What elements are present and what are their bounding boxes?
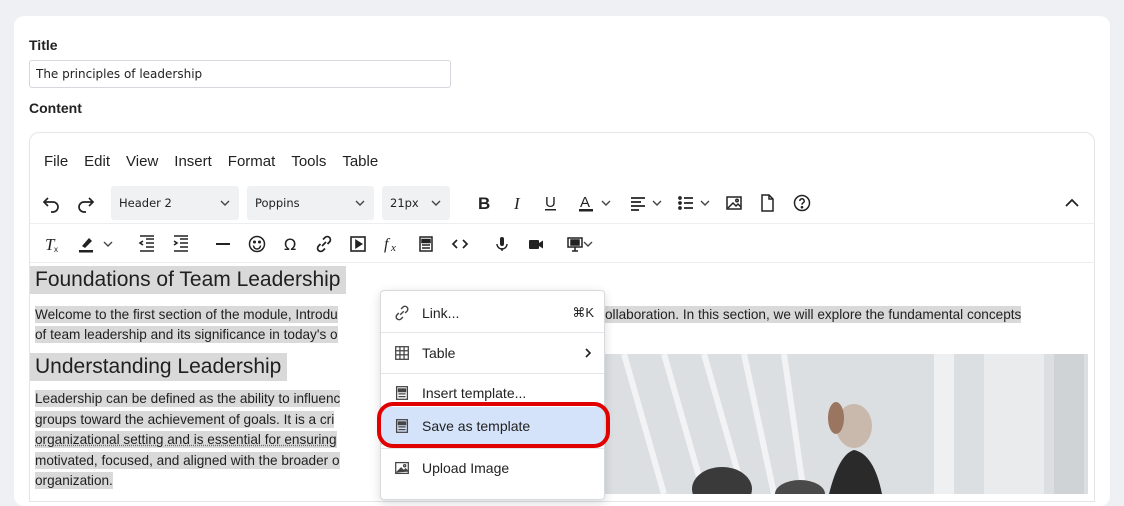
template-icon (395, 419, 409, 433)
menu-file[interactable]: File (44, 153, 68, 170)
svg-text:f: f (384, 236, 391, 253)
chevron-up-icon[interactable] (1059, 191, 1085, 215)
context-item-save-as-template[interactable]: Save as template (381, 407, 604, 445)
indent-icon[interactable] (168, 232, 194, 256)
template-icon[interactable] (413, 232, 439, 256)
context-item-link-shortcut: ⌘K (572, 305, 594, 320)
bullet-list-icon[interactable] (673, 191, 699, 215)
svg-text:I: I (513, 194, 521, 213)
video-icon[interactable] (523, 232, 549, 256)
font-size-select[interactable]: 21px (382, 186, 450, 220)
context-item-insert-template-label: Insert template... (422, 385, 527, 401)
link-icon[interactable] (311, 232, 337, 256)
block-format-select[interactable]: Header 2 (111, 186, 239, 220)
paragraph-2-line-4: motivated, focused, and aligned with the… (35, 451, 340, 469)
bold-icon[interactable]: B (471, 191, 497, 215)
toolbar-row-1: Header 2 Poppins 21px B I U A (30, 183, 1094, 223)
paragraph-2-line-1: Leadership can be defined as the ability… (35, 390, 341, 407)
context-item-save-as-template-label: Save as template (422, 418, 531, 434)
menu-table[interactable]: Table (342, 153, 378, 170)
template-icon (395, 386, 409, 400)
chevron-right-icon (585, 348, 592, 358)
image-icon (395, 461, 409, 475)
horizontal-rule-icon[interactable] (210, 232, 236, 256)
content-label: Content (29, 100, 82, 116)
heading-understanding[interactable]: Understanding Leadership (30, 353, 288, 381)
formula-icon[interactable]: fx (379, 232, 405, 256)
highlight-color-icon[interactable] (73, 232, 99, 256)
context-item-link-label: Link... (422, 305, 460, 321)
editor-menubar: File Edit View Insert Format Tools Table (44, 153, 394, 170)
toolbar-row-2: Tx Ω fx (30, 223, 1094, 263)
paragraph-2-line-3: organizational setting and is essential … (35, 431, 337, 448)
svg-text:B: B (478, 194, 490, 213)
paragraph-1-b[interactable]: of team leadership and its significance … (35, 325, 338, 346)
paragraph-2-line-2: groups toward the achievement of goals. … (35, 410, 335, 428)
block-format-value: Header 2 (119, 196, 172, 210)
paragraph-2-line-5: organization. (35, 472, 113, 489)
svg-text:x: x (54, 245, 58, 254)
paragraph-1-line-2: of team leadership and its significance … (35, 326, 338, 343)
emoji-icon[interactable] (244, 232, 270, 256)
chevron-down-icon[interactable] (580, 232, 596, 256)
paragraph-1-line-1: Welcome to the first section of the modu… (35, 306, 338, 323)
chevron-down-icon[interactable] (649, 191, 665, 215)
menu-view[interactable]: View (126, 153, 158, 170)
code-icon[interactable] (447, 232, 473, 256)
underline-icon[interactable]: U (538, 191, 564, 215)
svg-text:Ω: Ω (284, 235, 296, 254)
align-icon[interactable] (625, 191, 651, 215)
context-item-table-label: Table (422, 345, 456, 361)
svg-text:A: A (580, 194, 590, 211)
context-menu: Link... ⌘K Table Insert template... Save… (380, 290, 605, 500)
clear-formatting-icon[interactable]: Tx (39, 232, 65, 256)
chevron-down-icon (431, 200, 441, 206)
table-icon (395, 346, 409, 360)
font-family-select[interactable]: Poppins (247, 186, 374, 220)
microphone-icon[interactable] (489, 232, 515, 256)
context-item-upload-image[interactable]: Upload Image (381, 448, 604, 488)
context-item-insert-template[interactable]: Insert template... (381, 375, 604, 411)
font-family-value: Poppins (255, 196, 300, 210)
photo-illustration (604, 354, 1088, 494)
link-icon (395, 305, 409, 321)
context-separator (381, 373, 604, 374)
heading-foundations[interactable]: Foundations of Team Leadership (30, 266, 347, 294)
menu-tools[interactable]: Tools (291, 153, 326, 170)
document-icon[interactable] (754, 191, 780, 215)
font-size-value: 21px (390, 196, 419, 210)
chevron-down-icon (355, 200, 365, 206)
chevron-down-icon[interactable] (697, 191, 713, 215)
menu-edit[interactable]: Edit (84, 153, 110, 170)
paragraph-1-continued[interactable]: ollaboration. In this section, we will e… (605, 305, 1077, 326)
image-icon[interactable] (721, 191, 747, 215)
svg-text:U: U (545, 194, 556, 211)
context-item-upload-image-label: Upload Image (422, 460, 510, 476)
chevron-down-icon (220, 200, 230, 206)
undo-icon[interactable] (38, 191, 64, 215)
paragraph-1[interactable]: Welcome to the first section of the modu… (35, 305, 338, 326)
help-icon[interactable] (789, 191, 815, 215)
menu-insert[interactable]: Insert (174, 153, 212, 170)
svg-text:x: x (390, 242, 396, 254)
paragraph-2[interactable]: Leadership can be defined as the ability… (35, 389, 341, 492)
context-item-table[interactable]: Table (381, 333, 604, 373)
media-icon[interactable] (345, 232, 371, 256)
menu-format[interactable]: Format (228, 153, 276, 170)
chevron-down-icon[interactable] (598, 191, 614, 215)
chevron-down-icon[interactable] (100, 232, 116, 256)
outdent-icon[interactable] (134, 232, 160, 256)
context-item-link[interactable]: Link... ⌘K (381, 293, 604, 333)
title-label: Title (29, 37, 58, 53)
italic-icon[interactable]: I (505, 191, 531, 215)
redo-icon[interactable] (73, 191, 99, 215)
text-color-icon[interactable]: A (573, 191, 599, 215)
title-input[interactable] (29, 60, 451, 88)
special-character-icon[interactable]: Ω (278, 232, 304, 256)
paragraph-1-line-1-end: ollaboration. In this section, we will e… (605, 306, 1022, 323)
team-meeting-photo[interactable] (604, 354, 1088, 494)
